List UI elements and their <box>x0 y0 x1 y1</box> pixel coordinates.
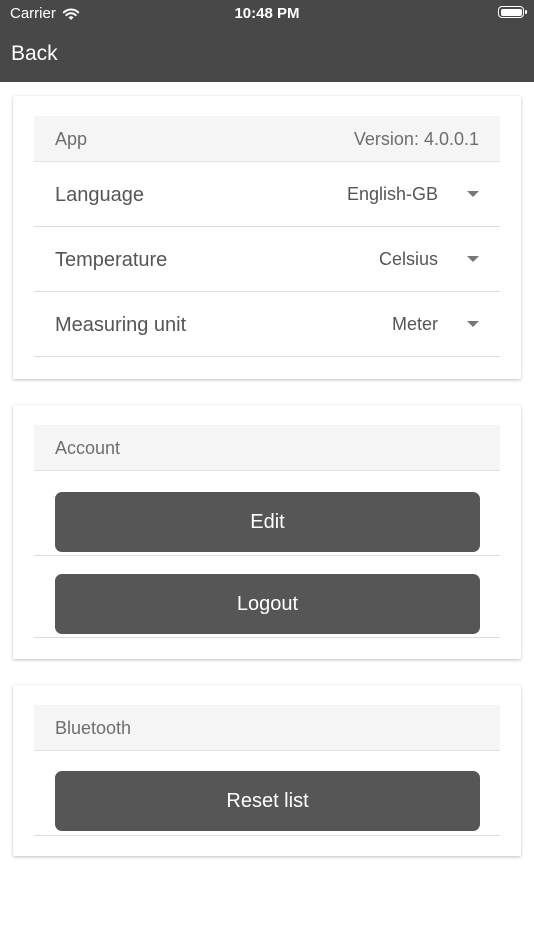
version-label: Version: 4.0.0.1 <box>353 129 479 149</box>
edit-button[interactable]: Edit <box>55 492 480 552</box>
chevron-down-icon[interactable] <box>467 321 479 327</box>
chevron-down-icon[interactable] <box>467 256 479 262</box>
bluetooth-card: Bluetooth Reset list <box>13 685 521 856</box>
app-card: App Version: 4.0.0.1 Language English-GB… <box>13 96 521 379</box>
reset-list-button[interactable]: Reset list <box>55 771 480 831</box>
measuring-unit-row[interactable]: Measuring unit Meter <box>34 292 500 357</box>
bluetooth-section-title: Bluetooth <box>55 718 132 738</box>
measuring-unit-select[interactable]: Meter <box>392 314 438 335</box>
back-button[interactable]: Back <box>11 42 58 66</box>
language-label: Language <box>55 184 144 206</box>
reset-row: Reset list <box>34 751 500 836</box>
temperature-row[interactable]: Temperature Celsius <box>34 227 500 292</box>
bluetooth-section-header: Bluetooth <box>34 705 500 751</box>
language-select[interactable]: English-GB <box>347 184 438 205</box>
top-bar: Carrier 10:48 PM Back <box>0 0 534 82</box>
battery-icon <box>498 6 527 18</box>
edit-row: Edit <box>34 471 500 556</box>
measuring-unit-label: Measuring unit <box>55 314 187 336</box>
app-section-title: App <box>55 129 88 149</box>
logout-button[interactable]: Logout <box>55 574 480 634</box>
temperature-select[interactable]: Celsius <box>379 249 438 270</box>
account-card: Account Edit Logout <box>13 405 521 659</box>
logout-row: Logout <box>34 556 500 638</box>
temperature-label: Temperature <box>55 249 168 271</box>
app-section-header: App Version: 4.0.0.1 <box>34 116 500 162</box>
chevron-down-icon[interactable] <box>467 191 479 197</box>
status-time: 10:48 PM <box>234 5 300 22</box>
account-section-title: Account <box>55 438 121 458</box>
account-section-header: Account <box>34 425 500 471</box>
language-row[interactable]: Language English-GB <box>34 162 500 227</box>
